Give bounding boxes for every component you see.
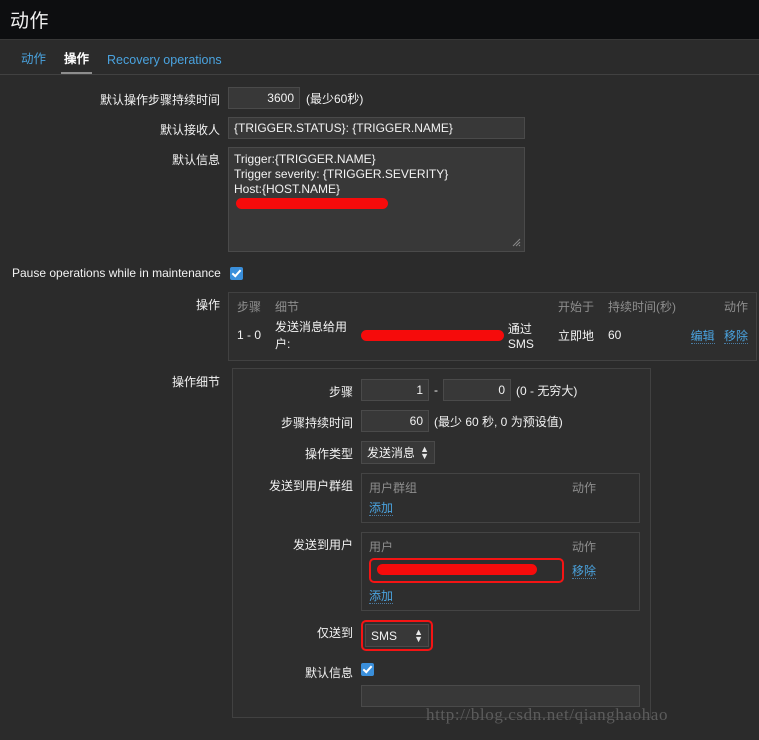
- redaction-stroke-message: [236, 198, 388, 209]
- row-send-to-user-groups: 发送到用户群组 用户群组 动作 添加: [233, 473, 640, 523]
- label-operation-type: 操作类型: [304, 447, 353, 461]
- list-item: 移除: [369, 558, 632, 583]
- label-step-duration: 步骤持续时间: [280, 416, 353, 430]
- label-partial-bottom: [233, 685, 361, 703]
- tab-bar: 动作 操作 Recovery operations: [0, 40, 759, 75]
- remove-user-link[interactable]: 移除: [572, 564, 597, 579]
- label-default-subject: 默认接收人: [159, 123, 220, 137]
- users-listbox: 用户 动作 移除 添加: [361, 532, 640, 611]
- col-duration: 持续时间(秒): [608, 300, 676, 314]
- label-default-message: 默认信息: [171, 153, 220, 167]
- resize-grip-icon[interactable]: [512, 238, 521, 247]
- row-send-to-users: 发送到用户 用户 动作 移除 添加: [233, 532, 640, 611]
- user-groups-add-wrap: 添加: [369, 499, 632, 516]
- row-steps: 步骤 - (0 - 无穷大): [233, 379, 640, 401]
- hint-default-step-duration: (最少60秒): [306, 91, 364, 106]
- row-default-step-duration: 默认操作步骤持续时间 (最少60秒): [0, 87, 759, 109]
- label-operation-details: 操作细节: [171, 375, 220, 389]
- tab-operations[interactable]: 操作: [55, 44, 98, 74]
- hint-steps: (0 - 无穷大): [516, 383, 578, 398]
- row-step-duration: 步骤持续时间 (最少 60 秒, 0 为预设值): [233, 410, 640, 432]
- page-title: 动作: [10, 11, 50, 32]
- operations-table-header: 步骤 细节 开始于 持续时间(秒) 动作: [237, 298, 748, 318]
- app-header: 动作: [0, 0, 759, 40]
- partial-bottom-input[interactable]: [361, 685, 640, 707]
- col-start-in: 开始于: [558, 300, 595, 314]
- tab-action[interactable]: 动作: [12, 44, 55, 74]
- send-only-to-select[interactable]: SMS: [365, 624, 429, 647]
- label-send-to-user-groups: 发送到用户群组: [268, 479, 353, 493]
- users-header: 用户 动作: [369, 538, 632, 555]
- user-row-action: 移除: [572, 562, 632, 579]
- col-user: 用户: [369, 540, 394, 554]
- operation-details-panel: 步骤 - (0 - 无穷大) 步骤持续时间 (最少 60 秒, 0 为预设值) …: [232, 368, 651, 718]
- cell-details-suffix: 通过 SMS: [507, 321, 534, 351]
- users-add-wrap: 添加: [369, 587, 632, 604]
- label-send-to-users: 发送到用户: [292, 538, 353, 552]
- default-subject-input[interactable]: [228, 117, 525, 139]
- row-default-subject: 默认接收人: [0, 117, 759, 139]
- step-from-input[interactable]: [361, 379, 429, 401]
- table-row: 1 - 0 发送消息给用户: 通过 SMS 立即地 60 编辑 移除: [237, 318, 748, 352]
- step-to-input[interactable]: [443, 379, 511, 401]
- add-user-link[interactable]: 添加: [369, 589, 394, 604]
- col-user-group: 用户群组: [369, 481, 418, 495]
- row-default-message: 默认信息 Trigger:{TRIGGER.NAME} Trigger seve…: [0, 147, 759, 252]
- row-partial-bottom: [233, 685, 640, 707]
- send-only-to-select-wrap: SMS ▲ ▼: [361, 620, 433, 651]
- row-send-only-to: 仅送到 SMS ▲ ▼: [233, 620, 640, 651]
- step-duration-input[interactable]: [361, 410, 429, 432]
- col-user-action: 动作: [572, 540, 597, 554]
- tab-recovery-operations[interactable]: Recovery operations: [98, 49, 231, 74]
- user-groups-header: 用户群组 动作: [369, 479, 632, 496]
- cell-duration: 60: [608, 328, 622, 342]
- user-row-highlight-box: [369, 558, 564, 583]
- operation-type-select[interactable]: 发送消息: [361, 441, 435, 464]
- pause-operations-checkbox[interactable]: [229, 266, 243, 280]
- operations-panel: 步骤 细节 开始于 持续时间(秒) 动作 1 - 0 发送消息给用户: 通过 S…: [228, 292, 757, 361]
- add-user-group-link[interactable]: 添加: [369, 501, 394, 516]
- label-operations: 操作: [195, 298, 220, 312]
- hint-step-duration: (最少 60 秒, 0 为预设值): [434, 414, 563, 429]
- default-step-duration-input[interactable]: [228, 87, 300, 109]
- action-form: 默认操作步骤持续时间 (最少60秒) 默认接收人 默认信息 Trigger:{T…: [0, 75, 759, 718]
- col-user-group-action: 动作: [572, 481, 597, 495]
- row-operation-default-message: 默认信息: [233, 660, 640, 681]
- row-operations: 操作 步骤 细节 开始于 持续时间(秒) 动作 1 - 0 发送消息给用户: 通…: [0, 292, 759, 361]
- row-pause-operations: Pause operations while in maintenance: [12, 266, 759, 280]
- operation-default-message-checkbox[interactable]: [361, 663, 374, 676]
- col-action: 动作: [723, 300, 748, 314]
- row-operation-type: 操作类型 发送消息 ▲ ▼: [233, 441, 640, 464]
- user-groups-listbox: 用户群组 动作 添加: [361, 473, 640, 523]
- redaction-blob-username: [377, 562, 537, 576]
- col-details: 细节: [275, 300, 300, 314]
- cell-details: 发送消息给用户: 通过 SMS: [275, 318, 558, 352]
- remove-operation-link[interactable]: 移除: [723, 328, 748, 344]
- label-pause-operations: Pause operations while in maintenance: [12, 266, 221, 280]
- operation-type-select-wrap: 发送消息 ▲ ▼: [361, 441, 435, 464]
- label-steps: 步骤: [328, 385, 353, 399]
- redaction-blob-user: [361, 328, 504, 342]
- label-operation-default-message: 默认信息: [304, 666, 353, 680]
- cell-step: 1 - 0: [237, 328, 262, 342]
- label-default-step-duration: 默认操作步骤持续时间: [99, 93, 220, 107]
- col-step: 步骤: [237, 300, 262, 314]
- cell-details-prefix: 发送消息给用户:: [275, 320, 348, 351]
- cell-start-in: 立即地: [558, 328, 595, 343]
- edit-operation-link[interactable]: 编辑: [690, 328, 715, 344]
- cell-actions: 编辑 移除: [686, 327, 748, 344]
- label-send-only-to: 仅送到: [316, 626, 353, 640]
- steps-separator: -: [434, 383, 438, 397]
